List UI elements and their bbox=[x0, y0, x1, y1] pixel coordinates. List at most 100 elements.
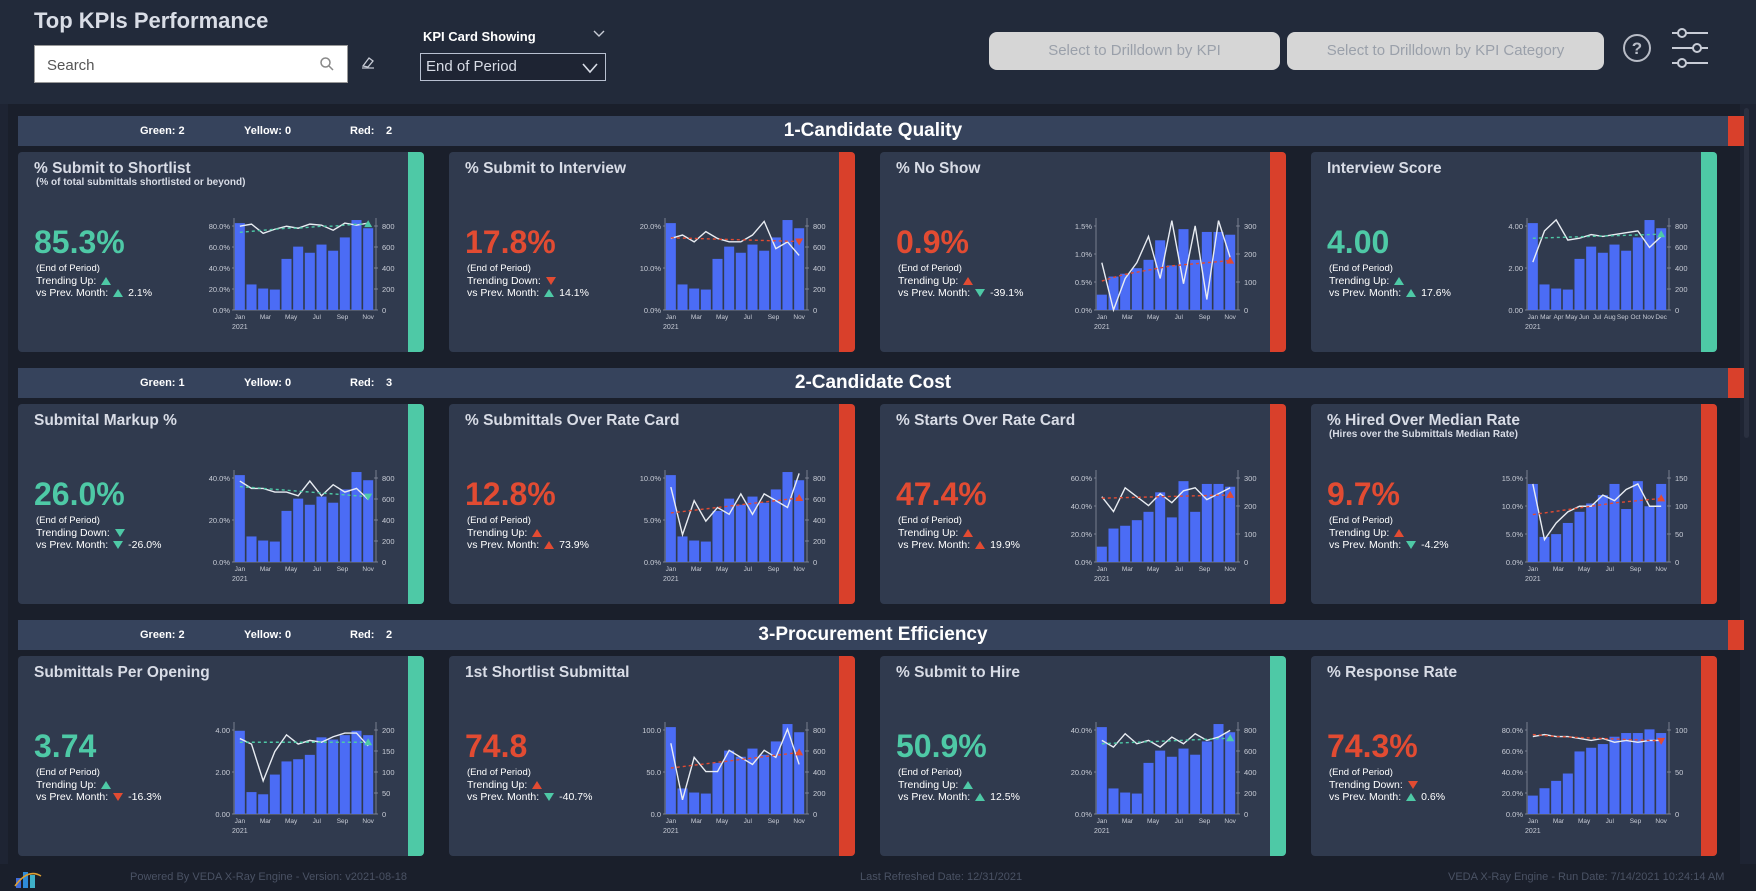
y-tick-label: 20.0% bbox=[209, 516, 231, 525]
bar bbox=[677, 536, 688, 562]
y-tick-label: 80.0% bbox=[1502, 726, 1524, 735]
bar bbox=[351, 472, 362, 562]
bar bbox=[1527, 483, 1538, 562]
x-tick-label: Mar bbox=[691, 818, 703, 825]
kpi-prev-value: 17.6% bbox=[1421, 287, 1451, 299]
kpi-prev-label: vs Prev. Month: bbox=[467, 791, 540, 803]
x-tick-label: Oct bbox=[1630, 314, 1640, 321]
kpi-card[interactable]: Submital Markup % 26.0% (End of Period) Tre… bbox=[18, 404, 424, 604]
kpi-card[interactable]: Submittals Per Opening 3.74 (End of Period… bbox=[18, 656, 424, 856]
kpi-trend: Trending Up: bbox=[36, 779, 112, 791]
y-tick-label: 0.00 bbox=[1508, 306, 1523, 315]
section-status-accent bbox=[1728, 116, 1744, 146]
kpi-card-showing-label: KPI Card Showing bbox=[423, 29, 536, 44]
kpi-card[interactable]: % Hired Over Median Rate (Hires over the … bbox=[1311, 404, 1717, 604]
x-tick-label: Jan bbox=[1528, 818, 1539, 825]
x-tick-label: Mar bbox=[691, 314, 703, 321]
kpi-trend-label: Trending Up: bbox=[1329, 527, 1390, 539]
y-tick-label: 20.0% bbox=[1071, 768, 1093, 777]
y2-tick-label: 200 bbox=[1675, 285, 1688, 294]
bar bbox=[1597, 252, 1608, 310]
bar bbox=[1551, 780, 1562, 814]
kpi-prev-month: vs Prev. Month: -16.3% bbox=[36, 791, 161, 803]
x-tick-label: Jan bbox=[235, 566, 246, 573]
kpi-period-note: (End of Period) bbox=[898, 515, 962, 526]
bar bbox=[1644, 220, 1655, 310]
drilldown-category-button[interactable]: Select to Drilldown by KPI Category bbox=[1287, 32, 1604, 70]
kpi-value: 4.00 bbox=[1327, 224, 1390, 260]
eraser-icon[interactable] bbox=[360, 54, 376, 70]
bar bbox=[234, 223, 245, 310]
trend-up-icon bbox=[113, 289, 124, 298]
kpi-card[interactable]: % Submittals Over Rate Card 12.8% (End of … bbox=[449, 404, 855, 604]
kpi-card[interactable]: % Submit to Shortlist (% of total submitt… bbox=[18, 152, 424, 352]
vertical-scrollbar[interactable] bbox=[1744, 108, 1749, 438]
search-icon[interactable] bbox=[319, 56, 335, 72]
search-box[interactable] bbox=[34, 45, 348, 83]
x-tick-label: Jul bbox=[744, 818, 753, 825]
trend-down-icon bbox=[545, 277, 556, 286]
y2-tick-label: 100 bbox=[1244, 278, 1257, 287]
bar bbox=[677, 284, 688, 310]
trend-up-icon bbox=[101, 781, 112, 790]
footer-run-date: VEDA X-Ray Engine - Run Date: 7/14/2021 … bbox=[1448, 871, 1725, 883]
kpi-value: 50.9% bbox=[896, 728, 987, 764]
bar bbox=[1597, 744, 1608, 814]
kpi-value: 85.3% bbox=[34, 224, 125, 260]
y2-tick-label: 600 bbox=[1675, 243, 1688, 252]
bar bbox=[759, 502, 770, 562]
kpi-card-dropdown[interactable]: End of Period bbox=[420, 53, 606, 81]
kpi-prev-value: 0.6% bbox=[1421, 791, 1446, 803]
drilldown-kpi-button[interactable]: Select to Drilldown by KPI bbox=[989, 32, 1280, 70]
filter-sliders-icon[interactable] bbox=[1670, 26, 1710, 70]
bar bbox=[1225, 486, 1236, 562]
bar bbox=[1201, 741, 1212, 814]
x-tick-label: Mar bbox=[260, 818, 272, 825]
x-tick-label: Nov bbox=[793, 818, 805, 825]
bar bbox=[770, 741, 781, 814]
y-tick-label: 20.0% bbox=[1502, 789, 1524, 798]
kpi-card[interactable]: Interview Score 4.00 (End of Period) Trendi… bbox=[1311, 152, 1717, 352]
x-tick-label: Mar bbox=[691, 566, 703, 573]
help-icon[interactable]: ? bbox=[1622, 33, 1652, 63]
kpi-trend-label: Trending Up: bbox=[467, 527, 528, 539]
x-tick-label: Sep bbox=[768, 818, 780, 825]
y2-tick-label: 0 bbox=[1244, 810, 1248, 819]
kpi-card[interactable]: % Starts Over Rate Card 47.4% (End of Peri… bbox=[880, 404, 1286, 604]
kpi-period-note: (End of Period) bbox=[1329, 515, 1393, 526]
x-tick-label: May bbox=[1578, 566, 1591, 573]
footer-refreshed-date: Last Refreshed Date: 12/31/2021 bbox=[860, 871, 1023, 883]
y-tick-label: 0.0% bbox=[1506, 810, 1523, 819]
bar bbox=[234, 730, 245, 814]
y2-tick-label: 100 bbox=[1675, 726, 1688, 735]
x-tick-label: Aug bbox=[1604, 314, 1616, 321]
y2-tick-label: 600 bbox=[382, 243, 395, 252]
trend-up-icon bbox=[963, 781, 974, 790]
x-tick-label: Mar bbox=[1540, 314, 1552, 321]
yellow-count: Yellow: 0 bbox=[244, 125, 292, 137]
x-tick-label: Nov bbox=[1224, 314, 1236, 321]
bar bbox=[328, 739, 339, 814]
kpi-card[interactable]: % No Show 0.9% (End of Period) Trending Up:… bbox=[880, 152, 1286, 352]
y2-tick-label: 0 bbox=[382, 558, 386, 567]
kpi-trend: Trending Up: bbox=[1329, 275, 1405, 287]
search-input[interactable] bbox=[45, 54, 309, 76]
chevron-down-icon[interactable] bbox=[592, 28, 606, 40]
y-tick-label: 4.00 bbox=[1508, 222, 1523, 231]
y-tick-label: 0.0% bbox=[213, 306, 230, 315]
kpi-prev-label: vs Prev. Month: bbox=[467, 287, 540, 299]
kpi-card[interactable]: 1st Shortlist Submittal 74.8 (End of Perio… bbox=[449, 656, 855, 856]
bar bbox=[1539, 284, 1550, 310]
kpi-card[interactable]: % Response Rate 74.3% (End of Period) Trend… bbox=[1311, 656, 1717, 856]
x-tick-label: Jan bbox=[666, 818, 677, 825]
kpi-combo-chart: 0.0% 0.5% 1.0% 1.5% 0 100 200 300 Jan Mar May Jul Se… bbox=[1075, 218, 1257, 331]
kpi-combo-chart: 0.0% 20.0% 40.0% 0 200 400 600 800 Jan Mar May Jul S… bbox=[1071, 722, 1257, 835]
bar bbox=[269, 541, 280, 562]
kpi-card[interactable]: % Submit to Interview 17.8% (End of Period… bbox=[449, 152, 855, 352]
kpi-card[interactable]: % Submit to Hire 50.9% (End of Period) Tren… bbox=[880, 656, 1286, 856]
bar bbox=[1155, 492, 1166, 562]
x-tick-label: May bbox=[285, 818, 298, 825]
kpi-prev-month: vs Prev. Month: -40.7% bbox=[467, 791, 592, 803]
x-tick-label: Mar bbox=[1122, 314, 1134, 321]
trend-down-icon bbox=[544, 793, 555, 802]
